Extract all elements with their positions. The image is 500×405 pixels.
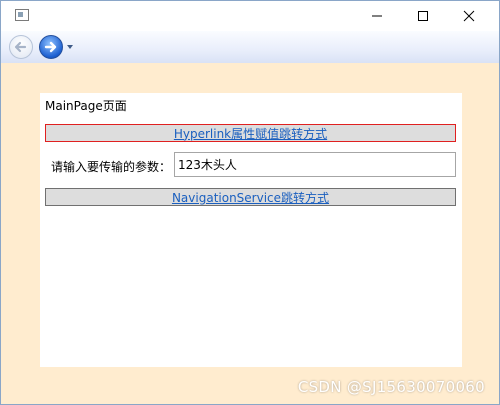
maximize-button[interactable] xyxy=(400,1,446,31)
minimize-icon xyxy=(372,15,382,17)
close-icon xyxy=(463,10,475,22)
navigation-service-button[interactable]: NavigationService跳转方式 xyxy=(45,188,456,206)
param-input[interactable] xyxy=(174,152,456,177)
param-label: 请输入要传输的参数： xyxy=(51,160,172,174)
hyperlink-navigate-link[interactable]: Hyperlink属性赋值跳转方式 xyxy=(174,125,327,142)
maximize-icon xyxy=(418,11,428,21)
back-arrow-icon xyxy=(14,41,27,53)
back-button[interactable] xyxy=(9,35,33,59)
watermark: CSDN @SJ15630070060 xyxy=(297,378,485,396)
navigation-bar xyxy=(1,31,499,63)
navigation-service-link[interactable]: NavigationService跳转方式 xyxy=(172,189,329,206)
forward-button[interactable] xyxy=(39,35,63,59)
app-icon xyxy=(15,9,29,21)
chevron-down-icon[interactable] xyxy=(67,45,73,49)
app-window: MainPage页面 Hyperlink属性赋值跳转方式 请输入要传输的参数： … xyxy=(0,0,500,405)
hyperlink-navigate-button[interactable]: Hyperlink属性赋值跳转方式 xyxy=(45,124,456,142)
page-title: MainPage页面 xyxy=(45,99,127,113)
title-bar[interactable] xyxy=(1,1,499,31)
minimize-button[interactable] xyxy=(354,1,400,31)
forward-arrow-icon xyxy=(44,41,57,53)
main-page-frame: MainPage页面 Hyperlink属性赋值跳转方式 请输入要传输的参数： … xyxy=(40,93,462,367)
close-button[interactable] xyxy=(446,1,492,31)
